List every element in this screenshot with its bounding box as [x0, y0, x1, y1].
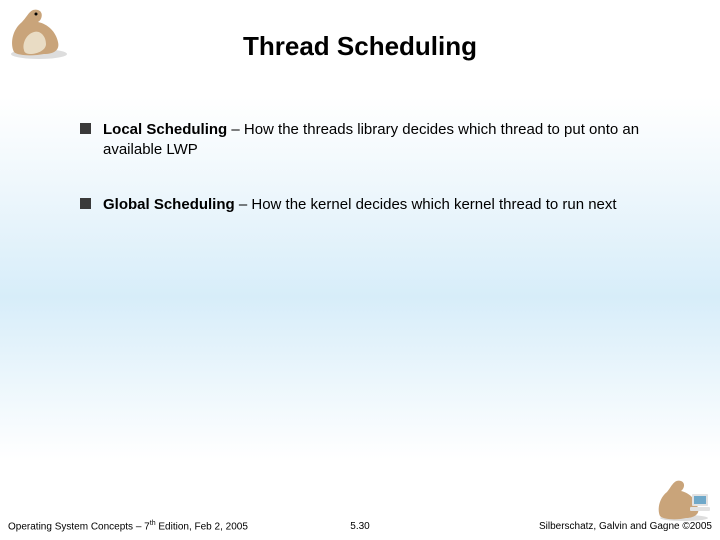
- slide-footer: Operating System Concepts – 7th Edition,…: [0, 516, 720, 532]
- bullet-lead: Global Scheduling: [103, 196, 235, 213]
- bullet-square-icon: [80, 123, 91, 134]
- bullet-text: Global Scheduling – How the kernel decid…: [103, 195, 660, 215]
- bullet-text: Local Scheduling – How the threads libra…: [103, 120, 660, 161]
- footer-copyright: Silberschatz, Galvin and Gagne ©2005: [539, 521, 712, 532]
- slide-body: Local Scheduling – How the threads libra…: [80, 120, 660, 249]
- bullet-item: Local Scheduling – How the threads libra…: [80, 120, 660, 161]
- bullet-item: Global Scheduling – How the kernel decid…: [80, 195, 660, 215]
- bullet-rest: – How the kernel decides which kernel th…: [235, 196, 617, 213]
- bullet-square-icon: [80, 198, 91, 209]
- slide-title: Thread Scheduling: [0, 31, 720, 62]
- bullet-lead: Local Scheduling: [103, 121, 227, 138]
- slide: Thread Scheduling Local Scheduling – How…: [0, 0, 720, 540]
